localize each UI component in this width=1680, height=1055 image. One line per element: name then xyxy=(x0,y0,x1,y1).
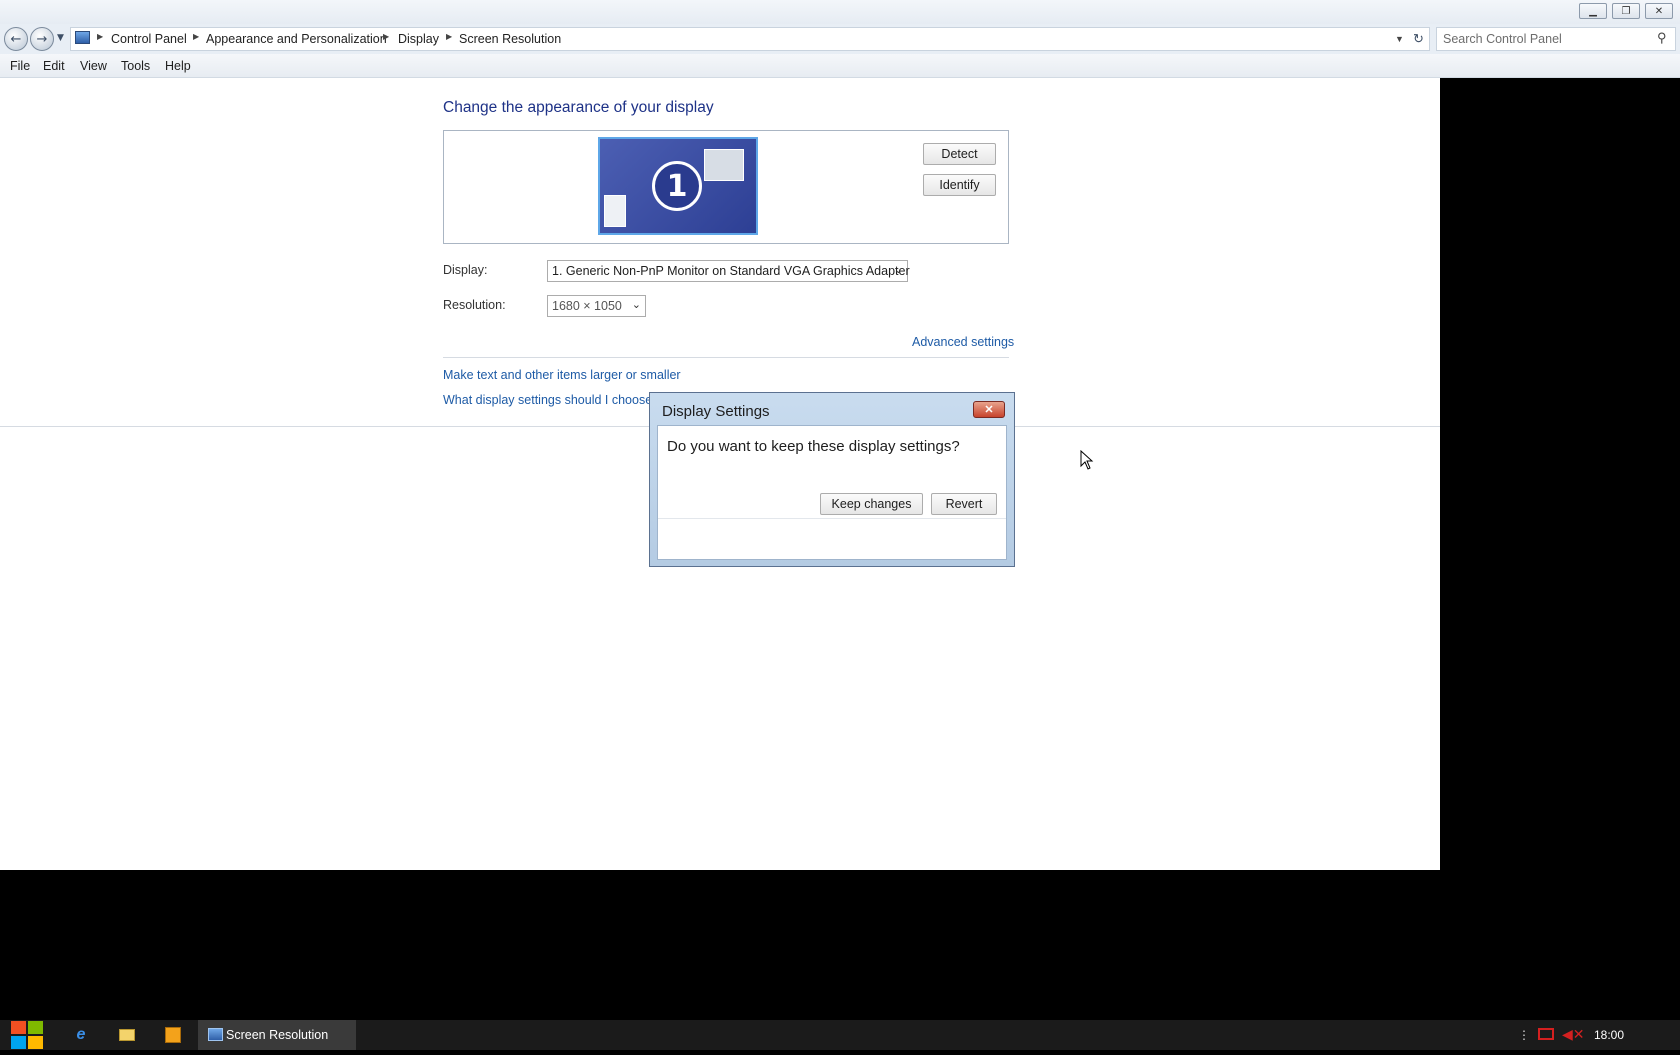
address-field[interactable]: ▶ Control Panel ▶ Appearance and Persona… xyxy=(70,27,1430,51)
forward-button[interactable]: → xyxy=(30,27,54,51)
revert-button[interactable]: Revert xyxy=(931,493,997,515)
network-error-icon[interactable] xyxy=(1538,1028,1554,1040)
search-icon[interactable]: ⚲ xyxy=(1657,30,1667,46)
monitor-1-preview[interactable]: 1 xyxy=(598,137,758,235)
close-button[interactable]: ✕ xyxy=(1645,3,1673,19)
breadcrumb-separator-icon: ▶ xyxy=(383,32,390,41)
menu-edit[interactable]: Edit xyxy=(43,59,65,73)
monitor-arrangement-area: 1 Detect Identify xyxy=(443,130,1009,244)
display-select-value: 1. Generic Non-PnP Monitor on Standard V… xyxy=(552,264,910,278)
resolution-label: Resolution: xyxy=(443,298,506,312)
restore-button[interactable]: ❐ xyxy=(1612,3,1640,19)
display-settings-dialog: Display Settings ✕ Do you want to keep t… xyxy=(649,392,1015,567)
play-icon xyxy=(165,1027,181,1043)
menu-bar: File Edit View Tools Help xyxy=(0,54,1680,78)
dialog-title: Display Settings xyxy=(662,403,770,420)
display-settings-icon xyxy=(208,1028,223,1041)
mouse-cursor-icon xyxy=(1080,450,1094,470)
display-select[interactable]: 1. Generic Non-PnP Monitor on Standard V… xyxy=(547,260,910,282)
breadcrumb-appearance[interactable]: Appearance and Personalization xyxy=(206,32,387,46)
resolution-select[interactable]: 1680 × 1050 ⌄ xyxy=(547,295,646,317)
windows-logo-icon xyxy=(11,1021,43,1049)
display-label: Display: xyxy=(443,263,488,277)
search-placeholder: Search Control Panel xyxy=(1443,32,1562,46)
file-explorer-icon[interactable] xyxy=(116,1024,138,1046)
close-icon: ✕ xyxy=(1654,5,1664,17)
text-size-link[interactable]: Make text and other items larger or smal… xyxy=(443,368,681,382)
resolution-select-value: 1680 × 1050 xyxy=(552,299,622,313)
monitor-number-badge: 1 xyxy=(652,161,702,211)
menu-tools[interactable]: Tools xyxy=(121,59,150,73)
advanced-settings-link[interactable]: Advanced settings xyxy=(912,335,1014,349)
breadcrumb-separator-icon: ▶ xyxy=(446,32,453,41)
keep-changes-button[interactable]: Keep changes xyxy=(820,493,923,515)
internet-explorer-icon[interactable]: e xyxy=(70,1024,92,1046)
menu-help[interactable]: Help xyxy=(165,59,191,73)
taskbar-item-screen-resolution[interactable]: Screen Resolution xyxy=(198,1020,356,1050)
volume-muted-icon[interactable]: ◀✕ xyxy=(1562,1026,1585,1043)
dialog-question: Do you want to keep these display settin… xyxy=(667,438,960,455)
refresh-icon[interactable]: ↻ xyxy=(1413,31,1424,47)
chevron-down-icon: ⌄ xyxy=(631,299,641,311)
restore-icon: ❐ xyxy=(1621,5,1631,17)
minimize-button[interactable]: ▁ xyxy=(1579,3,1607,19)
address-bar: ← → ▼ ▶ Control Panel ▶ Appearance and P… xyxy=(0,24,1680,54)
recent-pages-chevron-icon[interactable]: ▼ xyxy=(57,33,64,43)
identify-button[interactable]: Identify xyxy=(923,174,996,196)
taskbar-clock[interactable]: 18:00 xyxy=(1594,1028,1624,1042)
menu-file[interactable]: File xyxy=(10,59,30,73)
start-menu-thumbnail-icon xyxy=(604,195,626,227)
dialog-close-button[interactable]: ✕ xyxy=(973,401,1005,418)
search-input[interactable]: Search Control Panel ⚲ xyxy=(1436,27,1676,51)
window-titlebar: ▁ ❐ ✕ xyxy=(0,0,1680,24)
dialog-footer-divider xyxy=(658,518,1006,519)
breadcrumb-separator-icon: ▶ xyxy=(97,32,104,41)
breadcrumb-display[interactable]: Display xyxy=(398,32,439,46)
divider xyxy=(443,357,1009,358)
start-button[interactable] xyxy=(10,1020,44,1050)
menu-view[interactable]: View xyxy=(80,59,107,73)
minimize-icon: ▁ xyxy=(1589,5,1597,17)
back-arrow-icon: ← xyxy=(10,31,22,47)
address-history-chevron-icon[interactable]: ▼ xyxy=(1395,34,1404,44)
window-thumbnail-icon xyxy=(704,149,744,181)
chevron-down-icon: ⌄ xyxy=(893,264,903,276)
media-player-icon[interactable] xyxy=(162,1024,184,1046)
overflow-menu-icon[interactable]: ⋮ xyxy=(1518,1028,1530,1042)
folder-icon xyxy=(119,1029,135,1041)
breadcrumb-separator-icon: ▶ xyxy=(193,32,200,41)
control-panel-icon xyxy=(75,31,90,44)
forward-arrow-icon: → xyxy=(36,31,48,47)
close-icon: ✕ xyxy=(984,404,994,416)
page-title: Change the appearance of your display xyxy=(443,99,714,116)
dialog-body: Do you want to keep these display settin… xyxy=(657,425,1007,560)
breadcrumb-screen-resolution[interactable]: Screen Resolution xyxy=(459,32,561,46)
taskbar-item-label: Screen Resolution xyxy=(226,1028,329,1042)
detect-button[interactable]: Detect xyxy=(923,143,996,165)
display-help-link[interactable]: What display settings should I choose? xyxy=(443,393,659,407)
taskbar: e Screen Resolution ⋮ ◀✕ 18:00 xyxy=(0,1020,1680,1050)
breadcrumb-control-panel[interactable]: Control Panel xyxy=(111,32,187,46)
back-button[interactable]: ← xyxy=(4,27,28,51)
